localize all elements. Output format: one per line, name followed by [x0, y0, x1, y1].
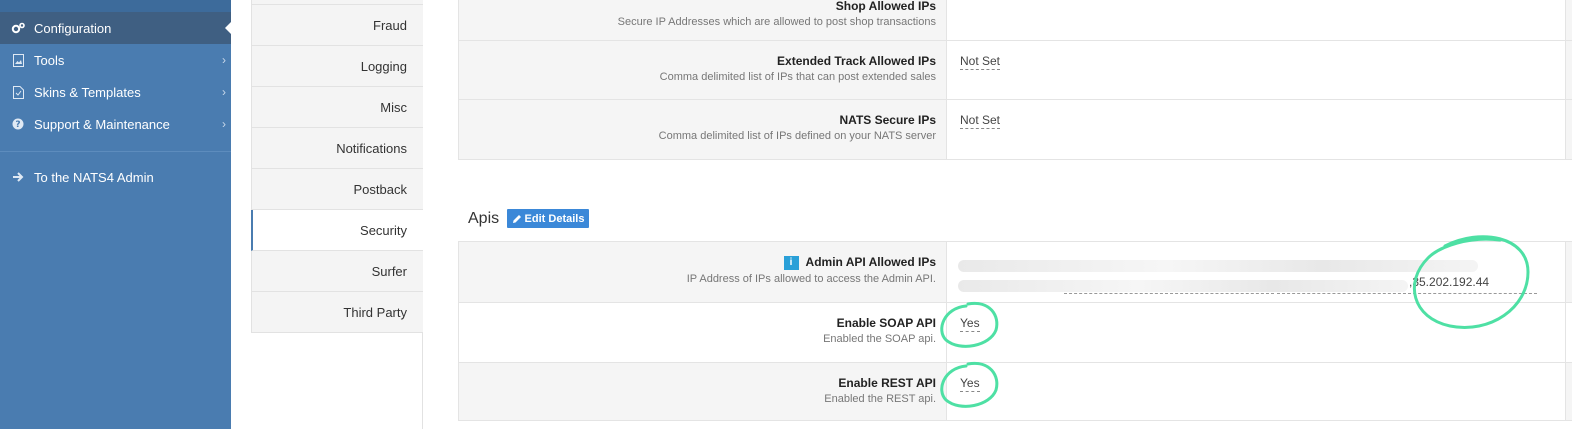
setting-title: NATS Secure IPs	[839, 113, 936, 127]
editable-value[interactable]: Not Set	[960, 54, 1001, 70]
sidebar: Configuration Tools › Skins & Templates …	[0, 0, 232, 429]
image-icon	[11, 53, 25, 67]
redacted-ip-list	[958, 280, 1408, 292]
setting-value-cell: Not Set	[947, 41, 1566, 99]
setting-title-wrap: i Admin API Allowed IPs	[459, 255, 936, 270]
app-root: Configuration Tools › Skins & Templates …	[0, 0, 1572, 429]
tab-third-party[interactable]: Third Party	[251, 292, 423, 333]
redacted-ip-list	[958, 260, 1478, 272]
setting-title: Extended Track Allowed IPs	[777, 54, 936, 68]
settings-tabs: Fraud Logging Misc Notifications Postbac…	[251, 0, 423, 429]
setting-description: Enabled the REST api.	[824, 393, 936, 405]
setting-row-enable-rest-api: Enable REST API Enabled the REST api. Ye…	[458, 363, 1572, 421]
sidebar-item-nats4-admin[interactable]: To the NATS4 Admin	[0, 161, 231, 193]
setting-description: IP Address of IPs allowed to access the …	[686, 273, 936, 285]
tab-fraud[interactable]: Fraud	[251, 5, 423, 46]
setting-row-shop-allowed-ips: Shop Allowed IPs Secure IP Addresses whi…	[458, 0, 1572, 41]
chevron-right-icon: ›	[222, 117, 226, 131]
setting-row-nats-secure-ips: NATS Secure IPs Comma delimited list of …	[458, 100, 1572, 160]
file-icon	[11, 85, 25, 99]
sidebar-top-band	[0, 0, 231, 12]
value-underline	[1277, 293, 1537, 294]
setting-label-cell: Enable SOAP API Enabled the SOAP api.	[458, 303, 947, 362]
setting-title: Admin API Allowed IPs	[805, 255, 936, 269]
chevron-right-icon: ›	[222, 53, 226, 67]
setting-label-cell: i Admin API Allowed IPs IP Address of IPs…	[458, 242, 947, 302]
editable-value[interactable]: Yes	[960, 376, 980, 392]
setting-description: Enabled the SOAP api.	[823, 333, 936, 345]
setting-description: Comma delimited list of IPs defined on y…	[658, 130, 936, 142]
setting-value-cell: Yes	[947, 303, 1566, 362]
setting-value-cell[interactable]	[947, 0, 1566, 40]
arrow-right-icon	[11, 170, 25, 184]
setting-title: Enable REST API	[838, 376, 936, 390]
section-title: Apis	[468, 210, 500, 227]
tab-notifications[interactable]: Notifications	[251, 128, 423, 169]
setting-row-enable-soap-api: Enable SOAP API Enabled the SOAP api. Ye…	[458, 303, 1572, 363]
sidebar-divider	[0, 151, 231, 152]
setting-label-cell: Shop Allowed IPs Secure IP Addresses whi…	[458, 0, 947, 40]
editable-value[interactable]: Not Set	[960, 113, 1001, 129]
setting-label-cell: NATS Secure IPs Comma delimited list of …	[458, 100, 947, 159]
svg-text:?: ?	[15, 120, 20, 130]
setting-title: Enable SOAP API	[836, 316, 936, 330]
value-underline	[1064, 293, 1274, 294]
tab-label: Surfer	[371, 263, 407, 279]
info-icon[interactable]: i	[783, 256, 799, 270]
tab-postback[interactable]: Postback	[251, 169, 423, 210]
setting-description: Comma delimited list of IPs that can pos…	[659, 71, 936, 83]
tab-misc[interactable]: Misc	[251, 87, 423, 128]
setting-value-cell: ,35.202.192.44	[947, 242, 1566, 302]
setting-row-extended-track-allowed-ips: Extended Track Allowed IPs Comma delimit…	[458, 41, 1572, 100]
setting-label-cell: Enable REST API Enabled the REST api.	[458, 363, 947, 420]
tab-label: Misc	[380, 99, 407, 115]
setting-value-cell: Not Set	[947, 100, 1566, 159]
tab-label: Logging	[360, 58, 407, 74]
question-circle-icon: ?	[11, 117, 25, 131]
sidebar-item-label: To the NATS4 Admin	[34, 169, 154, 185]
editable-value[interactable]: ,35.202.192.44	[1409, 275, 1489, 290]
setting-value-cell: Yes	[947, 363, 1566, 420]
tab-label: Security	[360, 222, 407, 238]
tab-label: Postback	[353, 181, 407, 197]
setting-title: Shop Allowed IPs	[835, 0, 936, 13]
gears-icon	[11, 21, 25, 35]
tab-label: Fraud	[373, 17, 407, 33]
sidebar-item-label: Tools	[34, 52, 65, 68]
chevron-right-icon: ›	[222, 85, 226, 99]
tab-label: Third Party	[343, 304, 407, 320]
tab-label: Notifications	[336, 140, 407, 156]
setting-description: Secure IP Addresses which are allowed to…	[617, 16, 936, 28]
sidebar-item-support-maintenance[interactable]: ? Support & Maintenance ›	[0, 108, 231, 140]
sidebar-item-configuration[interactable]: Configuration	[0, 12, 232, 44]
edit-details-label: Edit Details	[524, 212, 585, 225]
sidebar-item-label: Configuration	[34, 20, 112, 36]
pencil-icon	[512, 214, 521, 223]
setting-row-admin-api-allowed-ips: i Admin API Allowed IPs IP Address of IPs…	[458, 241, 1572, 303]
tab-logging[interactable]: Logging	[251, 46, 423, 87]
edit-details-button[interactable]: Edit Details	[507, 209, 589, 228]
sidebar-item-tools[interactable]: Tools ›	[0, 44, 231, 76]
sidebar-item-label: Skins & Templates	[34, 84, 141, 100]
tab-security[interactable]: Security	[251, 210, 423, 251]
sidebar-item-label: Support & Maintenance	[34, 116, 170, 132]
sidebar-item-skins-templates[interactable]: Skins & Templates ›	[0, 76, 231, 108]
tab-surfer[interactable]: Surfer	[251, 251, 423, 292]
setting-label-cell: Extended Track Allowed IPs Comma delimit…	[458, 41, 947, 99]
editable-value[interactable]: Yes	[960, 316, 980, 332]
